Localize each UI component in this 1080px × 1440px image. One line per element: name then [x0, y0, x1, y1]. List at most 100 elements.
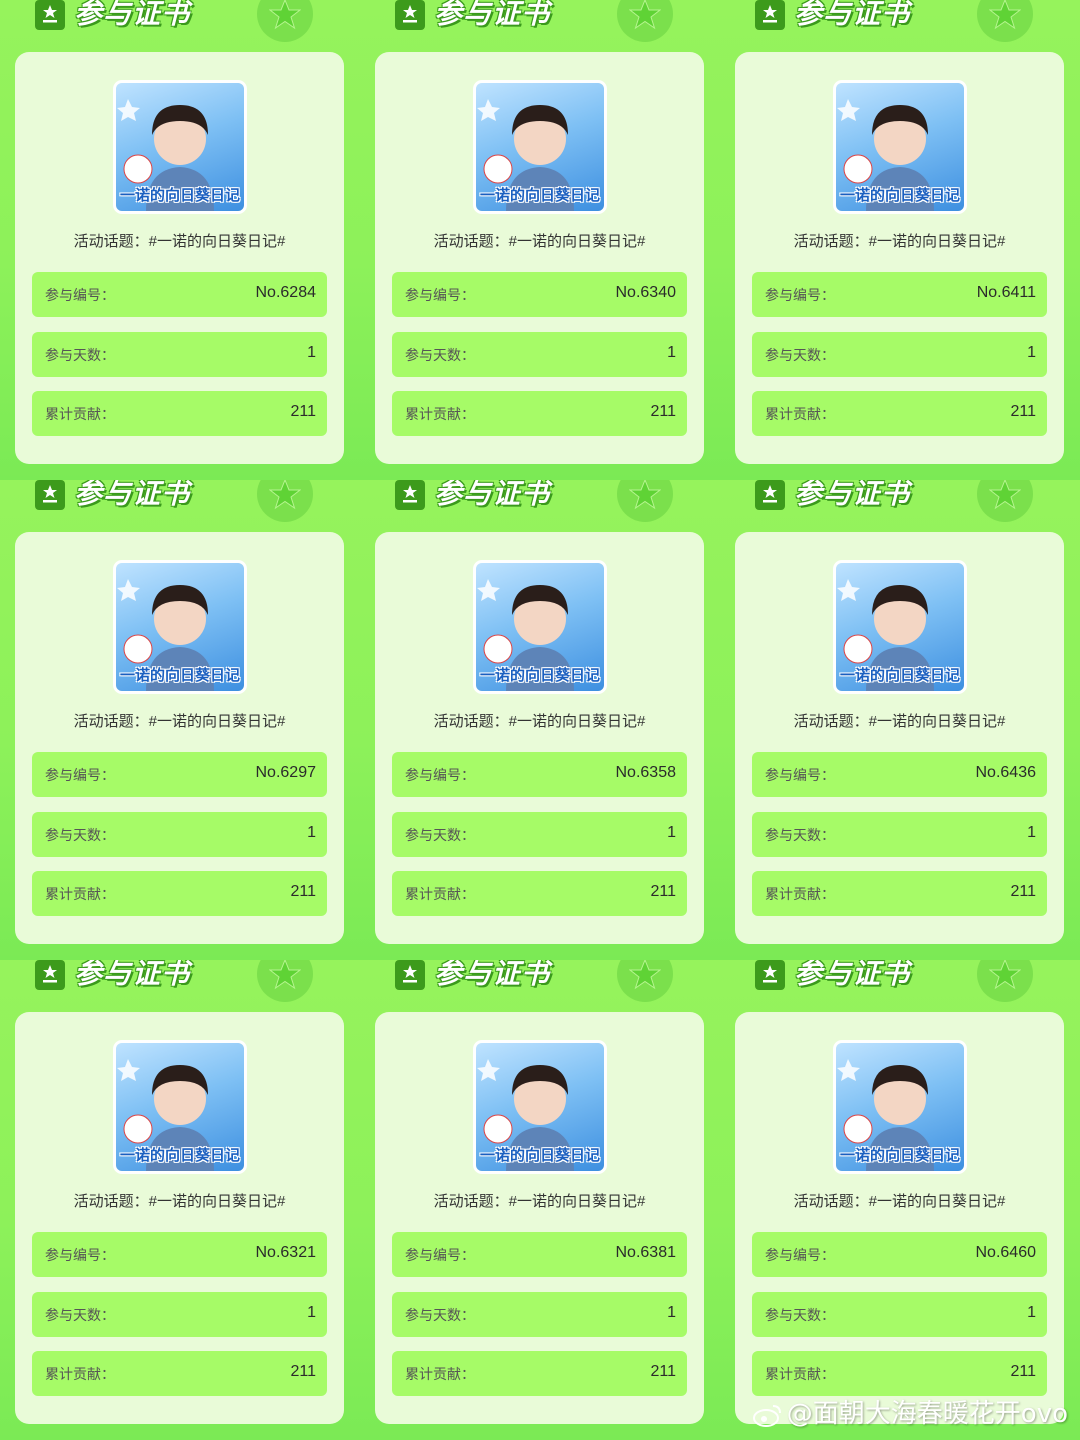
participation-days-label: 参与天数：	[405, 827, 475, 843]
participant-id-value: No.6284	[255, 284, 317, 301]
participant-id-row: 参与编号： No.6297	[32, 752, 327, 797]
participation-days-value: 1	[1027, 824, 1036, 841]
participant-id-value: No.6460	[975, 1244, 1037, 1261]
participant-id-row: 参与编号： No.6321	[32, 1232, 327, 1277]
certificate-title: 参与证书	[794, 480, 911, 510]
participation-days-value: 1	[1027, 1304, 1036, 1321]
certificate-title: 参与证书	[434, 0, 551, 30]
certificate-header: 参与证书	[720, 960, 1080, 1012]
certificate-title: 参与证书	[74, 480, 191, 510]
total-contribution-value: 211	[650, 883, 676, 900]
star-icon	[257, 480, 313, 522]
avatar-caption: 一诺的向日葵日记	[479, 666, 600, 684]
participant-id-label: 参与编号：	[45, 1247, 115, 1263]
certificate-icon	[395, 960, 425, 990]
total-contribution-row: 累计贡献： 211	[392, 1351, 687, 1396]
certificate-card: 一诺的向日葵日记 活动话题：#一诺的向日葵日记# 参与编号： No.6460 参…	[735, 1012, 1064, 1424]
avatar-caption: 一诺的向日葵日记	[119, 1146, 240, 1164]
participant-id-row: 参与编号： No.6460	[752, 1232, 1047, 1277]
total-contribution-row: 累计贡献： 211	[392, 871, 687, 916]
participation-days-row: 参与天数： 1	[752, 812, 1047, 857]
participant-id-row: 参与编号： No.6284	[32, 272, 327, 317]
total-contribution-value: 211	[290, 1363, 316, 1380]
participant-id-value: No.6411	[976, 284, 1036, 301]
certificate-title: 参与证书	[74, 960, 191, 990]
total-contribution-label: 累计贡献：	[45, 406, 115, 422]
participant-id-row: 参与编号： No.6381	[392, 1232, 687, 1277]
certificate-card: 一诺的向日葵日记 活动话题：#一诺的向日葵日记# 参与编号： No.6358 参…	[375, 532, 704, 944]
certificate-icon	[35, 480, 65, 510]
certificate-panel: 参与证书 一诺的向日葵日记 活动话题：#一诺的向日葵日记# 参与编号： No.6…	[360, 480, 720, 960]
participant-id-value: No.6297	[255, 764, 317, 781]
certificate-panel: 参与证书 一诺的向日葵日记 活动话题：#一诺的向日葵日记# 参与编号： No.6…	[720, 0, 1080, 480]
avatar: 一诺的向日葵日记	[116, 1043, 244, 1171]
total-contribution-row: 累计贡献： 211	[752, 1351, 1047, 1396]
participation-days-row: 参与天数： 1	[32, 1292, 327, 1337]
total-contribution-value: 211	[290, 403, 316, 420]
total-contribution-row: 累计贡献： 211	[32, 391, 327, 436]
topic-text: 活动话题：#一诺的向日葵日记#	[433, 1193, 646, 1210]
topic-text: 活动话题：#一诺的向日葵日记#	[73, 713, 286, 730]
participant-id-value: No.6358	[615, 764, 677, 781]
participation-days-label: 参与天数：	[765, 827, 835, 843]
participation-days-value: 1	[307, 1304, 316, 1321]
participation-days-value: 1	[667, 1304, 676, 1321]
certificate-icon	[395, 480, 425, 510]
certificate-icon	[755, 0, 785, 30]
avatar: 一诺的向日葵日记	[836, 563, 964, 691]
certificate-panel: 参与证书 一诺的向日葵日记 活动话题：#一诺的向日葵日记# 参与编号： No.6…	[360, 960, 720, 1440]
certificate-card: 一诺的向日葵日记 活动话题：#一诺的向日葵日记# 参与编号： No.6297 参…	[15, 532, 344, 944]
participant-id-label: 参与编号：	[45, 767, 115, 783]
certificate-icon	[755, 480, 785, 510]
participation-days-value: 1	[667, 344, 676, 361]
avatar: 一诺的向日葵日记	[476, 1043, 604, 1171]
avatar: 一诺的向日葵日记	[836, 83, 964, 211]
avatar: 一诺的向日葵日记	[116, 563, 244, 691]
certificate-panel: 参与证书 一诺的向日葵日记 活动话题：#一诺的向日葵日记# 参与编号： No.6…	[720, 480, 1080, 960]
participation-days-value: 1	[667, 824, 676, 841]
avatar-caption: 一诺的向日葵日记	[839, 1146, 960, 1164]
certificate-header: 参与证书	[0, 0, 360, 52]
star-icon	[977, 960, 1033, 1002]
participant-id-row: 参与编号： No.6358	[392, 752, 687, 797]
participant-id-label: 参与编号：	[405, 767, 475, 783]
star-icon	[617, 480, 673, 522]
certificate-panel: 参与证书 一诺的向日葵日记 活动话题：#一诺的向日葵日记# 参与编号： No.6…	[0, 0, 360, 480]
topic-text: 活动话题：#一诺的向日葵日记#	[793, 1193, 1006, 1210]
participation-days-row: 参与天数： 1	[752, 332, 1047, 377]
topic-text: 活动话题：#一诺的向日葵日记#	[793, 233, 1006, 250]
participation-days-value: 1	[307, 344, 316, 361]
total-contribution-row: 累计贡献： 211	[392, 391, 687, 436]
participant-id-label: 参与编号：	[45, 287, 115, 303]
weibo-icon	[752, 1403, 783, 1427]
total-contribution-row: 累计贡献： 211	[752, 391, 1047, 436]
certificate-header: 参与证书	[0, 480, 360, 532]
certificate-panel: 参与证书 一诺的向日葵日记 活动话题：#一诺的向日葵日记# 参与编号： No.6…	[0, 960, 360, 1440]
star-icon	[617, 0, 673, 42]
star-icon	[977, 480, 1033, 522]
avatar: 一诺的向日葵日记	[116, 83, 244, 211]
certificate-icon	[395, 0, 425, 30]
certificate-title: 参与证书	[74, 0, 191, 30]
certificate-title: 参与证书	[794, 960, 911, 990]
participant-id-row: 参与编号： No.6411	[752, 272, 1047, 317]
topic-text: 活动话题：#一诺的向日葵日记#	[433, 233, 646, 250]
watermark-text: @面朝大海春暖花开ovo	[786, 1399, 1068, 1429]
total-contribution-label: 累计贡献：	[45, 886, 115, 902]
total-contribution-label: 累计贡献：	[765, 1366, 835, 1382]
avatar-caption: 一诺的向日葵日记	[479, 186, 600, 204]
certificate-card: 一诺的向日葵日记 活动话题：#一诺的向日葵日记# 参与编号： No.6284 参…	[15, 52, 344, 464]
total-contribution-row: 累计贡献： 211	[752, 871, 1047, 916]
topic-text: 活动话题：#一诺的向日葵日记#	[73, 233, 286, 250]
avatar: 一诺的向日葵日记	[476, 83, 604, 211]
participant-id-label: 参与编号：	[765, 767, 835, 783]
participation-days-label: 参与天数：	[765, 1307, 835, 1323]
participation-days-label: 参与天数：	[405, 347, 475, 363]
certificate-header: 参与证书	[360, 480, 720, 532]
star-icon	[617, 960, 673, 1002]
topic-text: 活动话题：#一诺的向日葵日记#	[73, 1193, 286, 1210]
participation-days-row: 参与天数： 1	[752, 1292, 1047, 1337]
total-contribution-value: 211	[1010, 1363, 1036, 1380]
certificate-panel: 参与证书 一诺的向日葵日记 活动话题：#一诺的向日葵日记# 参与编号： No.6…	[720, 960, 1080, 1440]
certificate-card: 一诺的向日葵日记 活动话题：#一诺的向日葵日记# 参与编号： No.6321 参…	[15, 1012, 344, 1424]
